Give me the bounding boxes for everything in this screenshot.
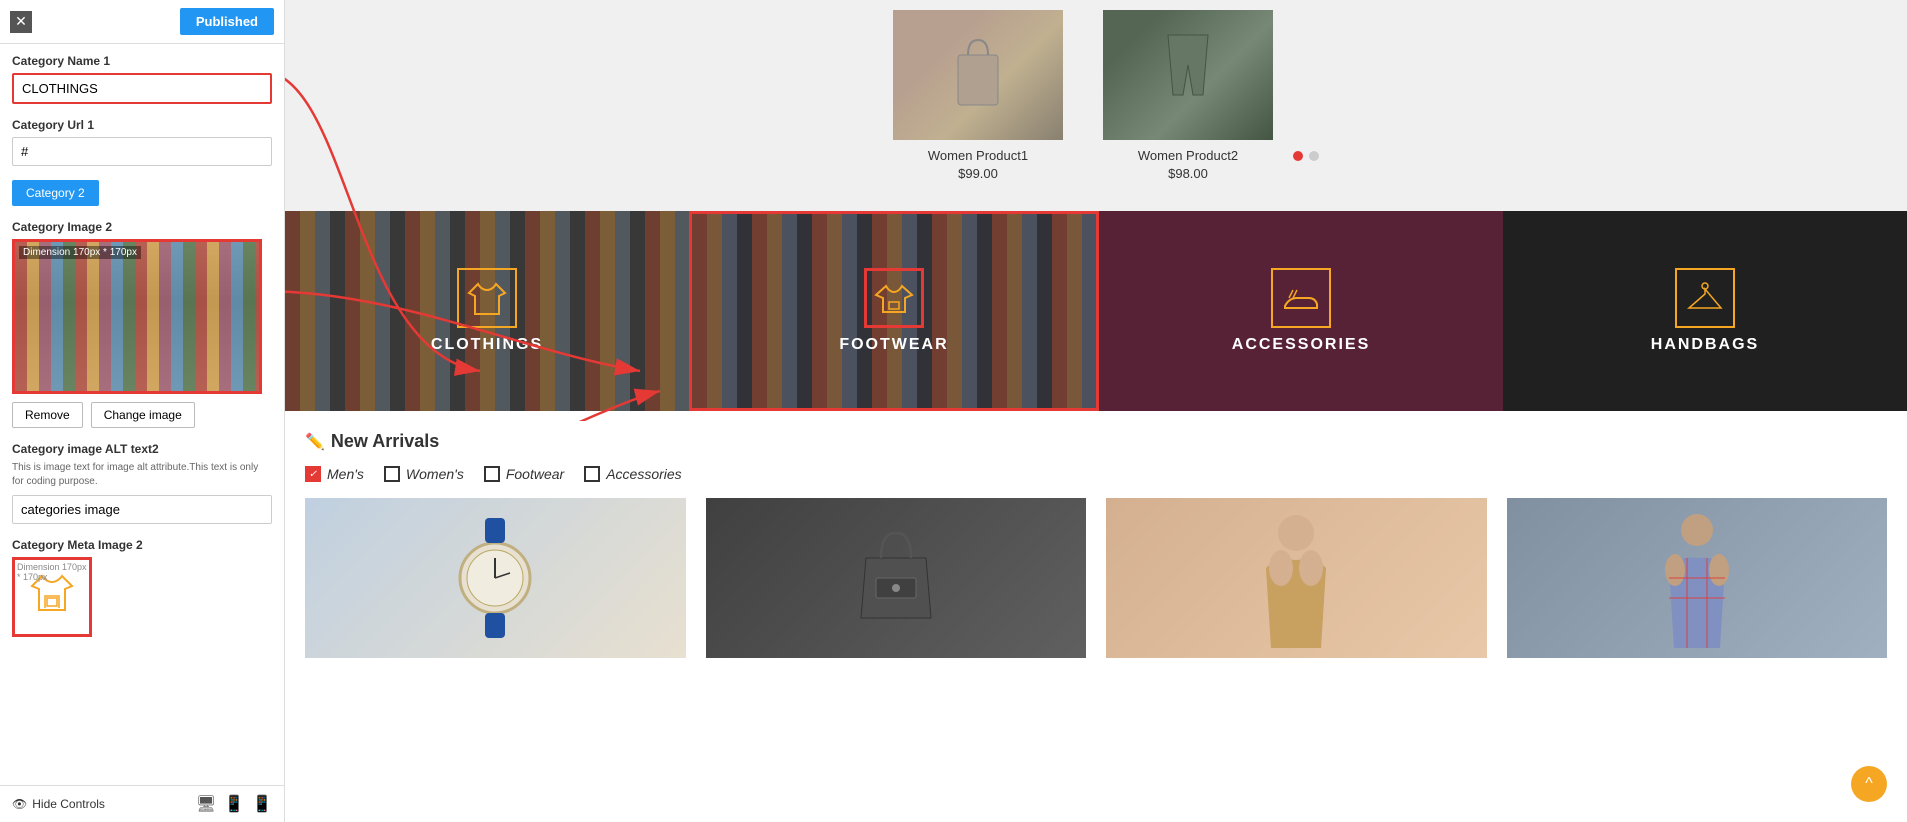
arrival-image-watch	[305, 498, 686, 658]
edit-icon: ✏️	[305, 432, 325, 452]
image-action-row: Remove Change image	[12, 402, 272, 428]
product-image-2	[1103, 10, 1273, 140]
tab-footwear[interactable]: Footwear	[484, 466, 564, 482]
mobile-icon[interactable]: 📱	[252, 794, 272, 814]
meta-image-label: Category Meta Image 2	[12, 538, 272, 552]
eye-icon: 👁	[12, 797, 27, 811]
tab-mens[interactable]: ✓ Men's	[305, 466, 364, 482]
category-footwear[interactable]: FOOTWEAR	[689, 211, 1099, 411]
category2-button[interactable]: Category 2	[12, 180, 99, 206]
accessories-label: ACCESSORIES	[1232, 336, 1370, 354]
meta-dim-label: Dimension 170px * 170px	[17, 562, 89, 582]
dot-1[interactable]	[1293, 151, 1303, 161]
category-url-group: Category Url 1	[12, 118, 272, 166]
clothings-icon-box	[457, 268, 517, 328]
alt-text-group: Category image ALT text2 This is image t…	[12, 442, 272, 524]
arrival-image-man	[1507, 498, 1888, 658]
product-price-2: $98.00	[1103, 166, 1273, 181]
arrivals-tabs: ✓ Men's Women's Footwear Accessories	[305, 466, 1887, 482]
tab-mens-check: ✓	[305, 466, 321, 482]
handbags-icon-box	[1675, 268, 1735, 328]
arrival-image-woman	[1106, 498, 1487, 658]
published-button[interactable]: Published	[180, 8, 274, 35]
right-content: Women Product1 $99.00 Women Product2 $98…	[285, 0, 1907, 822]
tab-footwear-label: Footwear	[506, 466, 564, 482]
product-card-1: Women Product1 $99.00	[873, 0, 1083, 191]
scroll-top-button[interactable]: ^	[1851, 766, 1887, 802]
dot-2[interactable]	[1309, 151, 1319, 161]
tab-mens-label: Men's	[327, 466, 364, 482]
close-button[interactable]: ✕	[10, 11, 32, 33]
arrival-card-woman	[1106, 498, 1487, 658]
arrivals-title: New Arrivals	[331, 431, 439, 452]
product-image-1	[893, 10, 1063, 140]
alt-text-input[interactable]	[12, 495, 272, 524]
handbags-label: HANDBAGS	[1651, 336, 1759, 354]
arrival-card-man	[1507, 498, 1888, 658]
category-image2-label: Category Image 2	[12, 220, 272, 234]
category-name-input[interactable]	[12, 73, 272, 104]
accessories-icon-box	[1271, 268, 1331, 328]
arrival-card-bag	[706, 498, 1087, 658]
clothings-label: CLOTHINGS	[431, 336, 543, 354]
tab-footwear-check	[484, 466, 500, 482]
category-handbags[interactable]: HANDBAGS	[1503, 211, 1907, 411]
arrival-image-bag	[706, 498, 1087, 658]
tab-accessories[interactable]: Accessories	[584, 466, 681, 482]
alt-text-label: Category image ALT text2	[12, 442, 272, 456]
tablet-icon[interactable]: 📱	[224, 794, 244, 814]
product-name-2: Women Product2	[1103, 148, 1273, 163]
hide-controls-label: Hide Controls	[32, 797, 105, 811]
hide-controls[interactable]: 👁 Hide Controls	[12, 797, 105, 811]
category-url-input[interactable]	[12, 137, 272, 166]
product-price-1: $99.00	[893, 166, 1063, 181]
new-arrivals-section: ✏️ New Arrivals ✓ Men's Women's Footwear	[285, 411, 1907, 822]
footwear-icon-box	[864, 268, 924, 328]
dimension-label: Dimension 170px * 170px	[19, 246, 141, 259]
panel-footer: 👁 Hide Controls 🖥 📱 📱	[0, 785, 284, 822]
panel-header: ✕ Published	[0, 0, 284, 44]
tab-womens-label: Women's	[406, 466, 464, 482]
footwear-label: FOOTWEAR	[839, 336, 948, 354]
remove-button[interactable]: Remove	[12, 402, 83, 428]
categories-container: CLOTHINGS FOOTWEAR	[285, 211, 1907, 411]
change-image-button[interactable]: Change image	[91, 402, 195, 428]
category-name-label: Category Name 1	[12, 54, 272, 68]
tab-womens[interactable]: Women's	[384, 466, 464, 482]
arrivals-products-row	[305, 498, 1887, 658]
category-accessories[interactable]: ACCESSORIES	[1099, 211, 1503, 411]
category-url-label: Category Url 1	[12, 118, 272, 132]
alt-text-note: This is image text for image alt attribu…	[12, 461, 272, 489]
tab-accessories-check	[584, 466, 600, 482]
categories-strip: CLOTHINGS FOOTWEAR	[285, 211, 1907, 411]
desktop-icon[interactable]: 🖥	[196, 794, 216, 814]
tab-accessories-label: Accessories	[606, 466, 681, 482]
left-panel: ✕ Published Category Name 1 Category Url…	[0, 0, 285, 822]
clothing-rack-image	[15, 242, 259, 391]
arrivals-header: ✏️ New Arrivals	[305, 431, 1887, 452]
category-name-group: Category Name 1	[12, 54, 272, 104]
product-card-2: Women Product2 $98.00	[1083, 0, 1293, 191]
category-image2-box: Dimension 170px * 170px	[12, 239, 262, 394]
meta-image-box: Dimension 170px * 170px	[12, 557, 92, 637]
category-clothings[interactable]: CLOTHINGS	[285, 211, 689, 411]
carousel-dots	[1293, 0, 1319, 191]
arrival-card-watch	[305, 498, 686, 658]
footer-icons: 🖥 📱 📱	[196, 794, 272, 814]
tab-womens-check	[384, 466, 400, 482]
top-products-section: Women Product1 $99.00 Women Product2 $98…	[285, 0, 1907, 211]
panel-body: Category Name 1 Category Url 1 Category …	[0, 44, 284, 785]
product-name-1: Women Product1	[893, 148, 1063, 163]
